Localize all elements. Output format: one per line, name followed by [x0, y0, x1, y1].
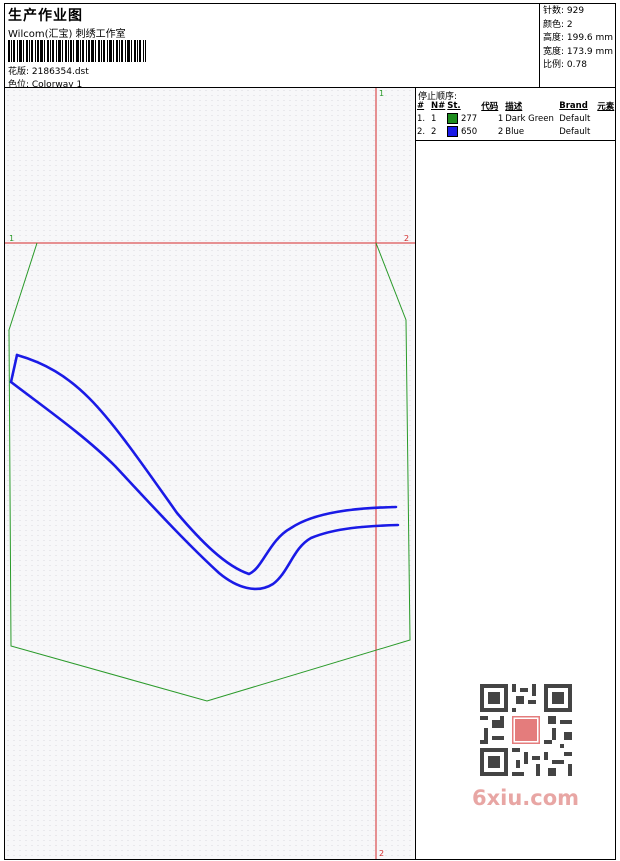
design-canvas[interactable]: 1 1 2 2 — [4, 88, 416, 860]
table-row[interactable]: 2. 2 650 2 Blue Default — [416, 125, 617, 138]
color-swatch — [447, 113, 459, 124]
stitch-curve-lower — [9, 380, 400, 591]
row-code: 2 — [497, 126, 504, 137]
color-count: 颜色: 2 — [543, 19, 573, 30]
stitch-count: 针数: 929 — [543, 6, 585, 16]
column-header: 描述 — [505, 102, 523, 112]
column-header: N# — [431, 101, 446, 111]
row-description: Dark Green — [505, 113, 554, 124]
company-name: Wilcom(汇宝) 刺绣工作室 — [8, 29, 126, 40]
header-panel: 生产作业图 Wilcom(汇宝) 刺绣工作室 花版: 2186354.dst 色… — [4, 3, 617, 90]
row-index: 1. — [417, 113, 426, 124]
guide-label-left: 1 — [9, 234, 14, 243]
column-header: Brand — [559, 101, 588, 111]
watermark-text: 6xiu.com — [472, 786, 580, 810]
row-stitches: 277 — [446, 112, 480, 125]
qr-code-image — [480, 684, 572, 776]
color-swatch — [447, 126, 459, 137]
row-element — [596, 125, 617, 138]
guide-label-right: 2 — [404, 234, 409, 243]
stitch-connector — [9, 353, 19, 384]
barcode-image — [8, 40, 146, 62]
column-header: 元素 — [597, 102, 615, 112]
row-needle: 1 — [431, 113, 437, 124]
design-file-label: 花版: 2186354.dst — [8, 67, 89, 77]
stats-box: 针数: 929 颜色: 2 高度: 199.6 mm 宽度: 173.9 mm … — [539, 4, 617, 89]
column-header: 代码 — [481, 102, 499, 112]
row-brand: Default — [559, 126, 591, 137]
page-title: 生产作业图 — [8, 8, 83, 24]
row-index: 2. — [417, 126, 426, 137]
design-drawing: 1 1 2 2 — [5, 88, 415, 859]
row-needle: 2 — [431, 126, 437, 137]
stitch-curve-upper — [15, 353, 398, 576]
row-brand: Default — [559, 113, 591, 124]
row-stitches: 650 — [446, 125, 480, 138]
table-row[interactable]: 1. 1 277 1 Dark Green Default — [416, 112, 617, 125]
design-height: 高度: 199.6 mm — [543, 33, 614, 43]
pocket-outline — [8, 242, 411, 702]
watermark: 6xiu.com — [468, 678, 586, 818]
row-element — [596, 112, 617, 125]
design-width: 宽度: 173.9 mm — [543, 46, 614, 57]
stop-sequence-header: 停止顺序: # N# St. 代码 描述 Brand 元素 1. 1 277 1… — [416, 88, 615, 141]
guide-label-top: 1 — [379, 89, 384, 98]
guide-label-bottom: 2 — [379, 849, 384, 858]
column-header: # — [417, 101, 425, 111]
design-scale: 比例: 0.78 — [543, 60, 587, 70]
row-code: 1 — [497, 113, 504, 124]
stop-sequence-table: # N# St. 代码 描述 Brand 元素 1. 1 277 1 Dark … — [416, 100, 617, 138]
table-header-row: # N# St. 代码 描述 Brand 元素 — [416, 100, 617, 112]
row-description: Blue — [505, 126, 525, 137]
column-header: St. — [447, 101, 461, 111]
